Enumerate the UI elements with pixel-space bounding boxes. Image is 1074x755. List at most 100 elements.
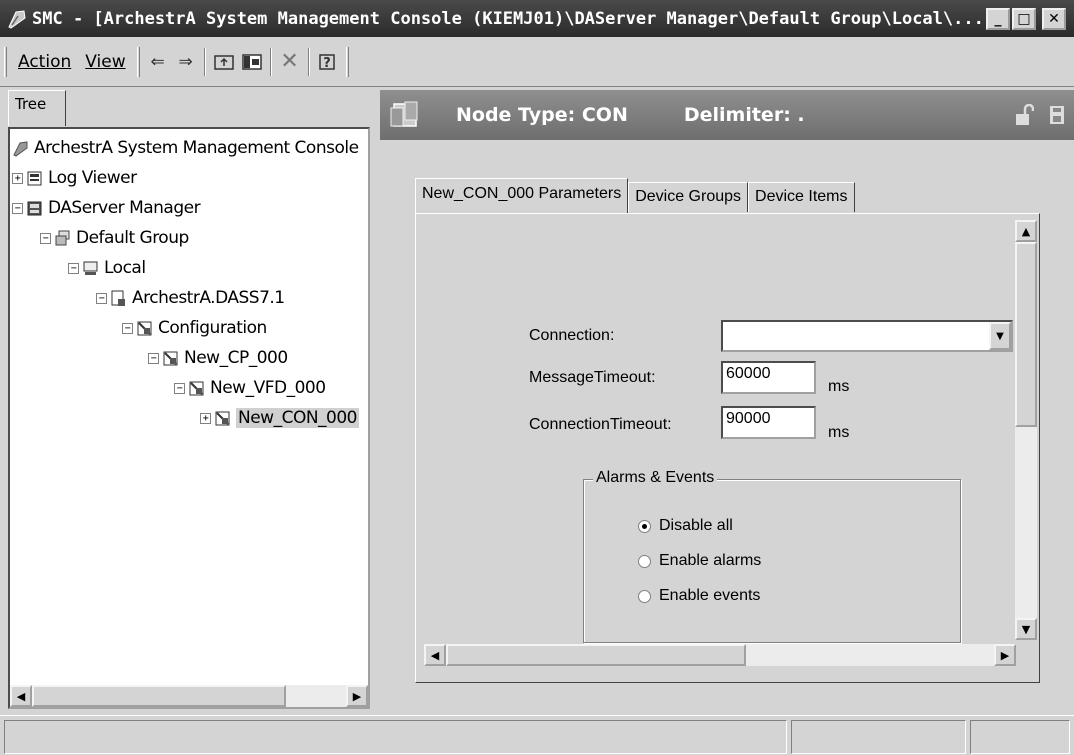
node-object-icon	[163, 351, 178, 365]
toolbar-separator	[269, 47, 272, 76]
maximize-icon: □	[1017, 11, 1031, 27]
radio-enable-alarms[interactable]: Enable alarms	[638, 552, 761, 570]
save-icon[interactable]	[1048, 104, 1066, 126]
scroll-thumb[interactable]	[446, 644, 746, 666]
tree-item-label: Log Viewer	[48, 168, 137, 188]
back-arrow-icon: ⇐	[150, 51, 165, 72]
scroll-thumb[interactable]	[32, 685, 286, 707]
tree-item-root[interactable]: ArchestrA System Management Console	[12, 133, 359, 163]
scroll-left-button[interactable]: ◀	[10, 685, 32, 707]
connection-timeout-label: ConnectionTimeout:	[529, 416, 672, 433]
menu-view[interactable]: View	[78, 52, 132, 72]
tree-item-daserver-manager[interactable]: − DAServer Manager	[12, 193, 201, 223]
tab-parameters[interactable]: New_CON_000 Parameters	[415, 178, 629, 213]
tree-item-dass[interactable]: − ArchestrA.DASS7.1	[96, 283, 285, 313]
unlock-icon[interactable]	[1014, 104, 1034, 126]
help-button[interactable]: ?	[315, 49, 341, 75]
menu-toolbar: Action View ⇐ ⇒ ✕ ?	[0, 37, 1074, 87]
scroll-right-button[interactable]: ▶	[346, 685, 368, 707]
parameters-panel: Connection: ▼ MessageTimeout: 60000 ms C…	[415, 213, 1040, 683]
collapse-icon[interactable]: −	[40, 232, 51, 244]
delimiter-label: Delimiter: .	[683, 104, 805, 126]
help-icon: ?	[318, 53, 335, 71]
status-pane-3	[970, 720, 1070, 754]
radio-label: Enable events	[659, 587, 761, 604]
toolbar-grip	[345, 46, 349, 77]
radio-disable-all[interactable]: Disable all	[638, 517, 733, 535]
radio-button-icon[interactable]	[638, 519, 651, 533]
message-timeout-input[interactable]: 60000	[721, 361, 816, 394]
scroll-left-button[interactable]: ◀	[424, 644, 446, 666]
status-pane-main	[4, 720, 787, 754]
status-bar	[0, 715, 1074, 755]
arrow-right-icon: ▶	[1000, 648, 1010, 662]
minimize-icon: _	[994, 11, 1002, 27]
close-icon: ✕	[1048, 11, 1060, 27]
tree-item-label: Default Group	[76, 228, 189, 248]
collapse-icon[interactable]: −	[12, 202, 23, 214]
message-timeout-label: MessageTimeout:	[529, 369, 656, 386]
radio-button-icon[interactable]	[638, 589, 651, 603]
expand-icon[interactable]: +	[12, 172, 23, 184]
expand-icon[interactable]: +	[200, 412, 211, 424]
back-button[interactable]: ⇐	[145, 49, 171, 75]
maximize-button[interactable]: □	[1012, 8, 1036, 30]
tree-tab-label: Tree	[15, 95, 47, 113]
arrow-right-icon: ▶	[352, 689, 362, 703]
menu-action[interactable]: Action	[11, 52, 78, 72]
up-one-level-button[interactable]	[211, 49, 237, 75]
message-timeout-unit: ms	[828, 378, 850, 395]
computer-icon	[83, 261, 98, 275]
toolbar-grip[interactable]	[4, 46, 7, 77]
details-content: New_CON_000 Parameters Device Groups Dev…	[380, 140, 1074, 709]
tab-device-groups[interactable]: Device Groups	[628, 182, 749, 212]
toolbar-grip[interactable]	[136, 46, 140, 77]
scroll-down-button[interactable]: ▼	[1015, 618, 1037, 640]
collapse-icon[interactable]: −	[96, 292, 107, 304]
tab-device-items[interactable]: Device Items	[748, 182, 855, 212]
tab-strip: New_CON_000 Parameters Device Groups Dev…	[415, 178, 855, 214]
tab-tree[interactable]: Tree	[8, 90, 66, 126]
collapse-icon[interactable]: −	[174, 382, 185, 394]
up-folder-icon	[213, 54, 234, 70]
show-hide-tree-button[interactable]	[239, 49, 265, 75]
smc-app-icon	[8, 9, 26, 29]
toolbar-separator	[203, 47, 206, 76]
minimize-button[interactable]: _	[986, 8, 1010, 30]
tree-item-log-viewer[interactable]: + Log Viewer	[12, 163, 137, 193]
tree-item-new-cp[interactable]: − New_CP_000	[148, 343, 288, 373]
tree-item-configuration[interactable]: − Configuration	[122, 313, 267, 343]
panel-horizontal-scrollbar[interactable]: ◀ ▶	[424, 644, 1016, 666]
tree-item-new-con[interactable]: + New_CON_000	[200, 403, 359, 433]
title-bar[interactable]: SMC - [ArchestrA System Management Conso…	[0, 0, 1074, 37]
details-pane: Node Type: CON Delimiter: . New_CON_000 …	[380, 90, 1074, 709]
tree-horizontal-scrollbar[interactable]: ◀ ▶	[10, 685, 368, 707]
arrow-down-icon: ▼	[1021, 622, 1031, 636]
connection-dropdown[interactable]: ▼	[721, 320, 1013, 352]
forward-button[interactable]: ⇒	[173, 49, 199, 75]
tree-item-label: ArchestrA System Management Console	[34, 138, 359, 158]
scroll-right-button[interactable]: ▶	[994, 644, 1016, 666]
tab-label: Device Items	[755, 188, 848, 205]
tree-item-new-vfd[interactable]: − New_VFD_000	[174, 373, 326, 403]
connection-timeout-input[interactable]: 90000	[721, 406, 816, 439]
smc-root-icon	[13, 140, 28, 157]
panel-vertical-scrollbar[interactable]: ▲ ▼	[1015, 220, 1037, 640]
collapse-icon[interactable]: −	[148, 352, 159, 364]
radio-enable-events[interactable]: Enable events	[638, 587, 760, 605]
delete-button[interactable]: ✕	[277, 49, 303, 75]
radio-button-icon[interactable]	[638, 554, 651, 568]
collapse-icon[interactable]: −	[68, 262, 79, 274]
tree-item-default-group[interactable]: − Default Group	[40, 223, 189, 253]
tree-item-label: New_CP_000	[184, 348, 288, 368]
scroll-up-button[interactable]: ▲	[1015, 220, 1037, 242]
dropdown-button[interactable]: ▼	[989, 322, 1011, 350]
close-button[interactable]: ✕	[1042, 8, 1066, 30]
tree-item-label: Local	[104, 258, 146, 278]
connection-timeout-unit: ms	[828, 424, 850, 441]
tree-item-local[interactable]: − Local	[68, 253, 146, 283]
scroll-thumb[interactable]	[1015, 242, 1037, 427]
collapse-icon[interactable]: −	[122, 322, 133, 334]
tree-item-label: New_CON_000	[236, 408, 359, 428]
tree-pane[interactable]: ArchestrA System Management Console + Lo…	[8, 127, 370, 709]
